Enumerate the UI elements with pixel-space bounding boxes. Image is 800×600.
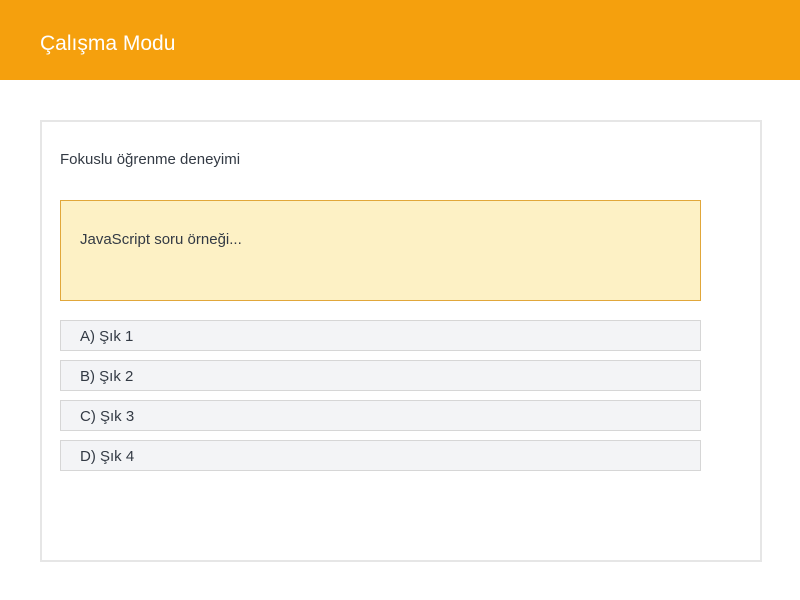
app-header: Çalışma Modu — [0, 0, 800, 80]
study-card: Fokuslu öğrenme deneyimi JavaScript soru… — [40, 120, 762, 562]
question-text: JavaScript soru örneği... — [80, 231, 242, 248]
page-title: Çalışma Modu — [40, 32, 176, 55]
option-label: C) Şık 3 — [80, 408, 135, 425]
card-subtitle: Fokuslu öğrenme deneyimi — [60, 151, 241, 168]
question-box: JavaScript soru örneği... — [60, 200, 701, 301]
option-label: A) Şık 1 — [80, 328, 134, 345]
option-a-button[interactable]: A) Şık 1 — [60, 320, 701, 351]
option-label: D) Şık 4 — [80, 448, 135, 465]
option-label: B) Şık 2 — [80, 368, 134, 385]
option-d-button[interactable]: D) Şık 4 — [60, 440, 701, 471]
option-b-button[interactable]: B) Şık 2 — [60, 360, 701, 391]
option-c-button[interactable]: C) Şık 3 — [60, 400, 701, 431]
